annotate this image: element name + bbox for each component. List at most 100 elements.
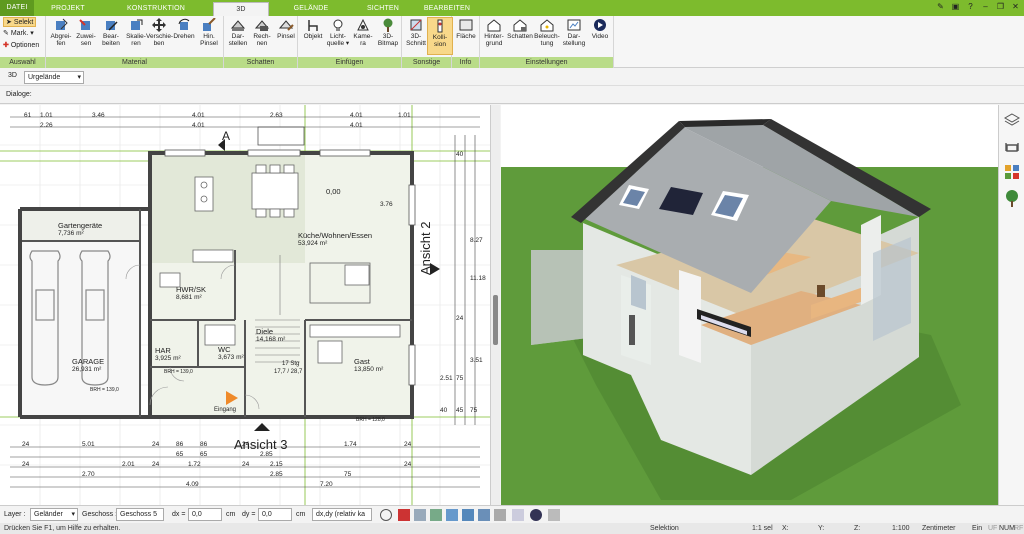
camera-icon: [357, 18, 369, 31]
panel-icon[interactable]: [548, 509, 560, 521]
dim-bottom-3-5: 2.15: [270, 461, 283, 468]
color-palette-icon[interactable]: [1003, 163, 1021, 181]
dim-right-4: 3.51: [470, 357, 483, 364]
dim-bottom-3-3: 1.72: [188, 461, 201, 468]
optionen-button[interactable]: ✚ Optionen: [3, 41, 39, 51]
dx-input[interactable]: 0,0: [188, 508, 222, 521]
floor-plan-view[interactable]: 61 1.01 3.46 4.01 2.63 4.01 1.01 2.26 4.…: [0, 105, 500, 505]
window-controls: ✎ ▣ ? – ❐ ✕: [936, 2, 1020, 11]
schatten-rechnen-button[interactable]: Rech-nen: [249, 17, 275, 55]
mark-button[interactable]: ✎ Mark. ▾: [3, 29, 34, 39]
room-name-gast: Gast: [354, 357, 370, 366]
room-name-hwr: HWR/SK: [176, 285, 206, 294]
snap-icon[interactable]: [430, 509, 442, 521]
scale-value: 1:100: [892, 525, 910, 532]
marker-icon: ✎: [3, 30, 11, 37]
geschoss-dropdown[interactable]: Geschoss 5: [116, 508, 164, 521]
3d-view[interactable]: [501, 105, 998, 505]
dim-top-7: 2.26: [40, 122, 53, 129]
layer-select[interactable]: Urgelände ▾: [24, 71, 84, 84]
coord-mode-dropdown[interactable]: dx,dy (relativ ka: [312, 508, 372, 521]
abgreifen-button[interactable]: Abgrei-fen: [48, 17, 74, 55]
hintergrund-button[interactable]: Hinter-grund: [481, 17, 507, 55]
darstellung-button[interactable]: Dar-stellung: [561, 17, 587, 55]
armchair-icon[interactable]: [1003, 137, 1021, 155]
flaeche-button[interactable]: Fläche: [453, 17, 479, 55]
beleuchtung-button[interactable]: Beleuch-tung: [534, 17, 560, 55]
room-area-gast: 13,850 m²: [354, 366, 384, 373]
verschieben-button[interactable]: Verschie-ben: [146, 17, 173, 55]
dx-unit: cm: [226, 511, 236, 518]
dim-top-0: 61: [24, 112, 32, 119]
lichtquelle-button[interactable]: Licht-quelle ▾: [325, 17, 351, 55]
video-button[interactable]: Video: [587, 17, 613, 55]
tab-projekt[interactable]: PROJEKT: [40, 2, 96, 16]
line-snap-icon[interactable]: [446, 509, 458, 521]
minimize-icon[interactable]: –: [981, 2, 990, 11]
tab-konstruktion[interactable]: KONSTRUKTION: [110, 2, 202, 16]
restore-icon[interactable]: ❐: [996, 2, 1005, 11]
dim-bottom-1-6: 1.74: [344, 441, 357, 448]
schatten-darstellen-button[interactable]: Dar-stellen: [225, 17, 251, 55]
tab-bearbeiten[interactable]: BEARBEITEN: [418, 2, 476, 16]
scrollbar-thumb[interactable]: [493, 295, 498, 345]
3d-bitmap-button[interactable]: 3D- Bitmap: [375, 17, 401, 55]
layer-dropdown[interactable]: Geländer ▾: [30, 508, 78, 521]
room-name-har: HAR: [155, 346, 171, 355]
dim-top-5: 4.01: [350, 112, 363, 119]
brh-label-2: BRH = 139,0: [90, 387, 119, 393]
group-schatten: Dar-stellen Rech-nen Pinsel Schatten: [224, 16, 298, 68]
pen-icon[interactable]: ✎: [936, 2, 945, 11]
dim-top-1: 1.01: [40, 112, 53, 119]
section-cut-icon: [410, 19, 422, 31]
schatten-pinsel-button[interactable]: Pinsel: [273, 17, 299, 55]
ortho-icon[interactable]: [512, 509, 524, 521]
geschoss-label: Geschoss :: [82, 511, 118, 518]
house-shadow-icon: [513, 19, 527, 32]
group-info: Fläche Info: [452, 16, 480, 68]
dim-top-9: 4.01: [350, 122, 363, 129]
side-toolbar: [998, 105, 1024, 505]
room-area-kueche: 53,924 m²: [298, 240, 328, 247]
objekt-button[interactable]: Objekt: [300, 17, 326, 55]
angle-snap-icon[interactable]: [462, 509, 474, 521]
3d-schnitt-button[interactable]: 3D- Schnitt: [403, 17, 429, 55]
tab-datei[interactable]: DATEI: [0, 0, 34, 16]
dim-top-6: 1.01: [398, 112, 411, 119]
lightbulb-icon: [333, 19, 343, 31]
tree-icon[interactable]: [1003, 189, 1021, 207]
help-hint: Drücken Sie F1, um Hilfe zu erhalten.: [4, 525, 121, 532]
selekt-button[interactable]: ➤ Selekt: [3, 17, 37, 27]
dim-right-0: 40: [456, 151, 464, 158]
close-icon[interactable]: ✕: [1011, 2, 1020, 11]
dim-top-4: 2.63: [270, 112, 283, 119]
save-view-icon[interactable]: [414, 509, 426, 521]
north-icon[interactable]: [530, 509, 542, 521]
einst-schatten-button[interactable]: Schatten: [507, 17, 533, 55]
plan-text-layer: 61 1.01 3.46 4.01 2.63 4.01 1.01 2.26 4.…: [0, 105, 490, 505]
tab-gelaende[interactable]: GELÄNDE: [282, 2, 340, 16]
plane-icon[interactable]: [478, 509, 490, 521]
plan-vertical-scrollbar[interactable]: [490, 105, 500, 505]
zuweisen-button[interactable]: Zuwei-sen: [73, 17, 99, 55]
window-tiles-icon[interactable]: ▣: [951, 2, 960, 11]
dy-input[interactable]: 0,0: [258, 508, 292, 521]
drehen-button[interactable]: Drehen: [171, 17, 197, 55]
layers-icon[interactable]: [1003, 111, 1021, 129]
dim-right-7: 8.27: [470, 237, 483, 244]
kamera-button[interactable]: Kame-ra: [350, 17, 376, 55]
collision-icon: [437, 19, 443, 33]
help-icon[interactable]: ?: [966, 2, 975, 11]
grid-icon[interactable]: [494, 509, 506, 521]
bearbeiten-button[interactable]: Bear-beiten: [98, 17, 124, 55]
dim-bottom-2-1: 65: [200, 451, 208, 458]
chevron-down-icon: ▾: [71, 511, 75, 518]
tab-3d[interactable]: 3D: [213, 2, 269, 16]
kollision-button[interactable]: Kolli-sion: [427, 17, 453, 55]
dim-bottom-1-1: 5.01: [82, 441, 95, 448]
brh-label-1: BRH = 139,0: [164, 369, 193, 375]
tab-sichten[interactable]: SICHTEN: [352, 2, 414, 16]
clock-icon[interactable]: [380, 509, 392, 521]
hin-pinsel-button[interactable]: Hin. Pinsel: [196, 17, 222, 55]
screen-record-icon[interactable]: [398, 509, 410, 521]
